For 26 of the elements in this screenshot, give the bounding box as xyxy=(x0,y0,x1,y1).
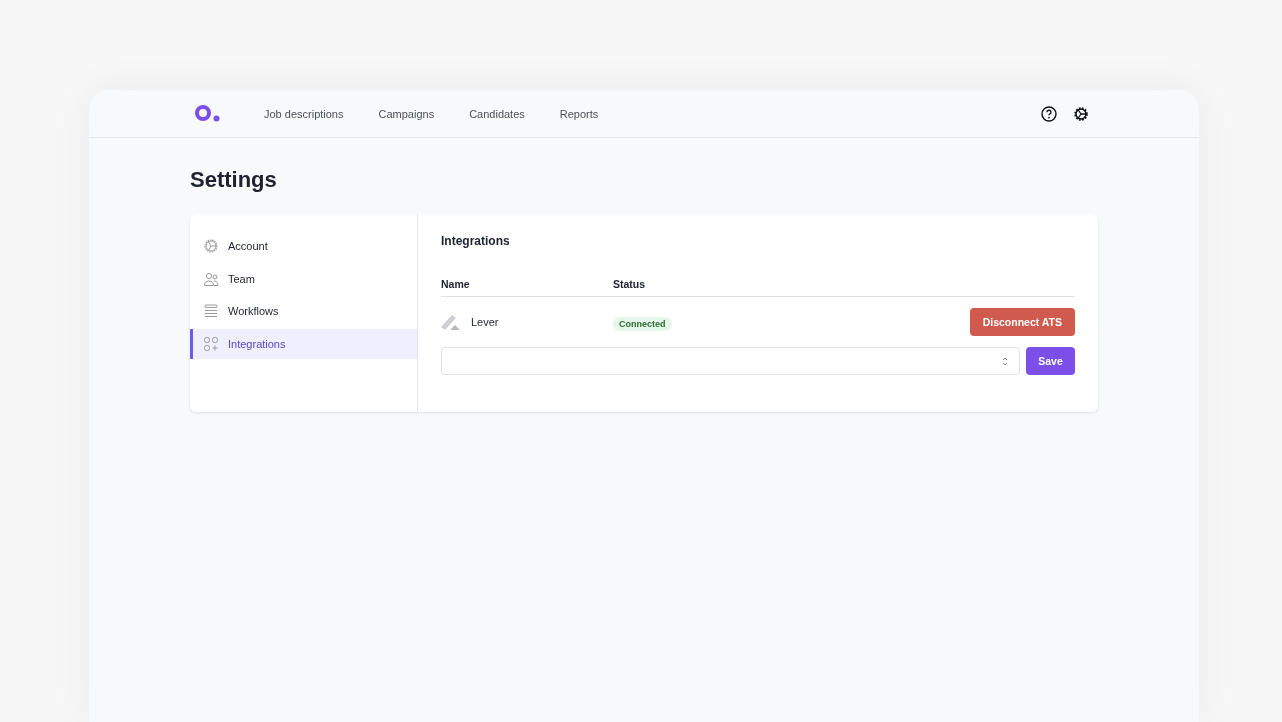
nav-link[interactable]: Reports xyxy=(559,107,599,120)
sidebar-item[interactable]: Team xyxy=(190,263,417,294)
grid-plus-icon xyxy=(203,335,219,352)
sidebar-item[interactable]: Integrations xyxy=(190,328,417,359)
sidebar-item[interactable]: Workflows xyxy=(190,296,417,326)
nav-link[interactable]: Candidates xyxy=(469,107,525,120)
settings-icon[interactable] xyxy=(1073,105,1089,122)
integration-name: Lever xyxy=(471,316,499,328)
section-title: Integrations xyxy=(441,234,511,248)
sidebar-item[interactable]: Account xyxy=(190,231,417,261)
page-title: Settings xyxy=(190,166,278,194)
save-button[interactable]: Save xyxy=(1026,347,1075,375)
column-header: Name xyxy=(441,278,471,290)
disconnect-button[interactable]: Disconnect ATS xyxy=(969,308,1075,336)
gear-icon xyxy=(203,238,219,254)
help-icon[interactable] xyxy=(1041,105,1057,122)
logo-icon[interactable] xyxy=(195,104,220,123)
logo-icon xyxy=(441,313,460,331)
nav-link[interactable]: Campaigns xyxy=(378,107,435,120)
chevron-updown-icon xyxy=(1002,356,1008,366)
select-field[interactable] xyxy=(441,347,1020,375)
people-icon xyxy=(203,270,219,287)
status-badge: Connected xyxy=(613,317,672,331)
nav-link[interactable]: Job descriptions xyxy=(264,107,344,120)
list-icon xyxy=(203,303,219,319)
column-header: Status xyxy=(613,278,647,290)
